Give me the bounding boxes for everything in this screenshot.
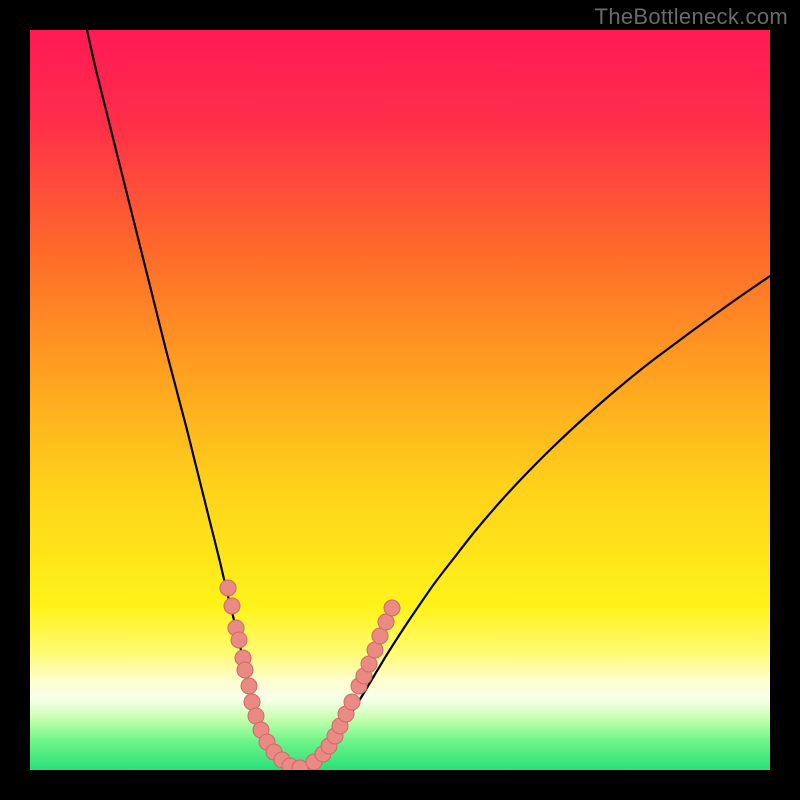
right-curve <box>295 276 770 768</box>
outer-frame: TheBottleneck.com <box>0 0 800 800</box>
marker-dot <box>384 600 400 616</box>
marker-dots <box>220 580 400 770</box>
marker-dot <box>220 580 236 596</box>
marker-dot <box>231 632 247 648</box>
left-curve <box>87 30 295 768</box>
plot-area <box>30 30 770 770</box>
marker-dot <box>224 598 240 614</box>
watermark-text: TheBottleneck.com <box>595 4 788 30</box>
marker-dot <box>241 678 257 694</box>
marker-dot <box>237 662 253 678</box>
marker-dot <box>244 694 260 710</box>
marker-dot <box>344 694 360 710</box>
curves-layer <box>30 30 770 770</box>
